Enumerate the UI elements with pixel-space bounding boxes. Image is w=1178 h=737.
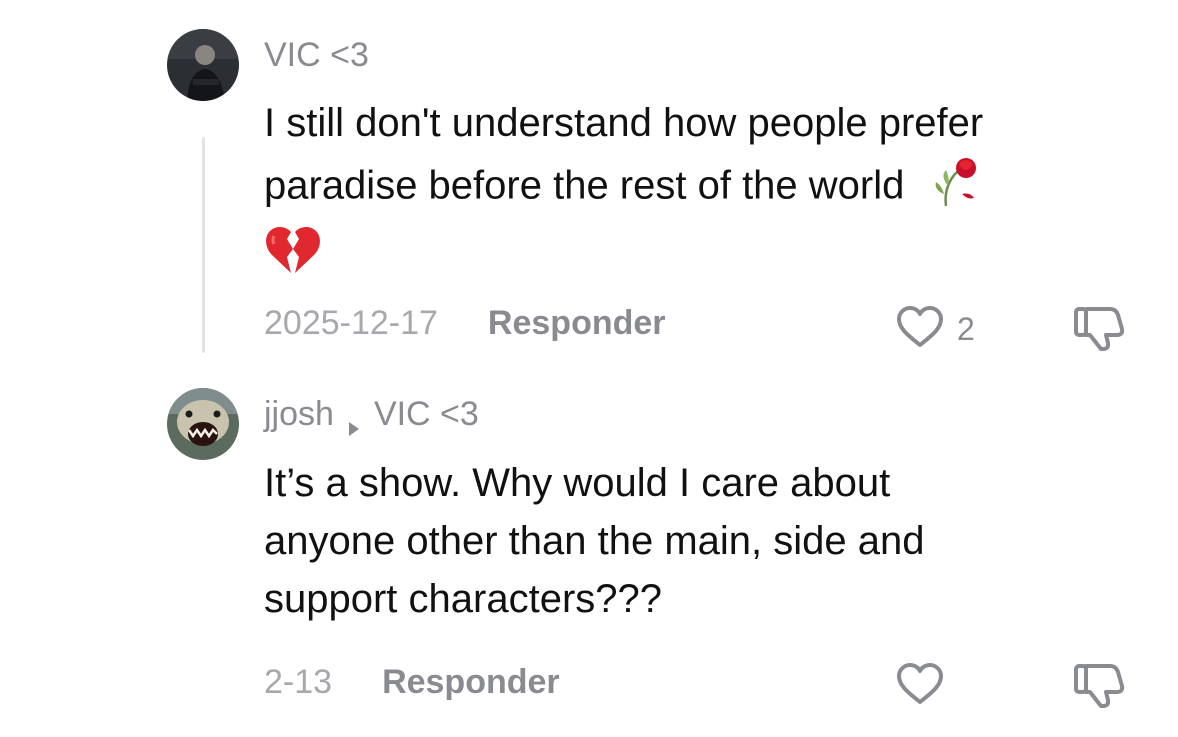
avatar[interactable] [167,388,239,460]
like-button[interactable] [895,662,945,711]
thumbs-down-icon [1072,307,1128,355]
comment-text-line: anyone other than the main, side and [264,519,925,563]
reply-button[interactable]: Responder [488,304,666,343]
reply-arrow-icon [348,407,360,436]
dislike-button[interactable] [1072,662,1128,713]
thumbs-down-icon [1072,664,1128,712]
thread-connector-line [202,137,205,353]
avatar[interactable] [167,29,239,101]
dislike-button[interactable] [1072,305,1128,356]
comment-text: I still don't understand how people pref… [264,94,1154,292]
comment-meta: 2-13 Responder [264,663,560,702]
comment-meta: 2025-12-17 Responder [264,304,666,343]
comment-text-line: It’s a show. Why would I care about [264,461,891,505]
heart-icon [895,305,945,354]
like-count: 2 [957,311,975,347]
comment-text: It’s a show. Why would I care about anyo… [264,454,1154,628]
broken-heart-icon [264,224,322,292]
comment-date: 2025-12-17 [264,304,438,342]
comment-date: 2-13 [264,663,333,701]
like-button[interactable]: 2 [895,305,975,354]
comment-username[interactable]: VIC <3 [264,36,369,75]
comment-text-line [264,224,1154,292]
comment-text-line: paradise before the rest of the world [264,152,1154,224]
comment-text-line: I still don't understand how people pref… [264,101,984,145]
reply-button[interactable]: Responder [382,663,560,702]
comment-username[interactable]: jjosh VIC <3 [264,395,479,436]
comment-text-line: support characters??? [264,577,663,621]
wilted-rose-icon [926,152,982,224]
reply-to-username[interactable]: VIC <3 [374,395,479,434]
comment-thread: VIC <3 I still don't understand how peop… [0,0,1178,737]
heart-icon [895,662,945,711]
